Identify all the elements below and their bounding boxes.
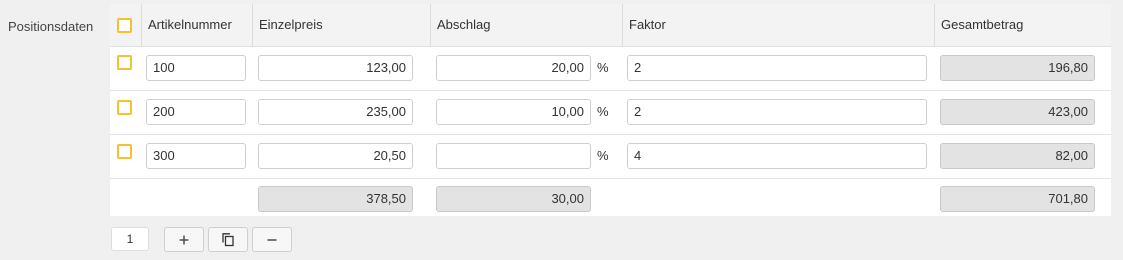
percent-unit: % (597, 148, 609, 163)
grid-header: Artikelnummer Einzelpreis Abschlag Fakto… (110, 4, 1111, 47)
row-checkbox[interactable] (117, 55, 132, 70)
gesamtbetrag-field: 82,00 (940, 143, 1095, 169)
page: Positionsdaten Artikelnummer Einzelpreis… (0, 0, 1123, 260)
column-header-artikelnummer[interactable]: Artikelnummer (142, 4, 252, 46)
plus-icon (178, 234, 190, 246)
artikelnummer-input[interactable]: 300 (146, 143, 246, 169)
einzelpreis-input[interactable]: 123,00 (258, 55, 413, 81)
totals-row: 378,50 30,00 701,80 (110, 179, 1111, 223)
table-row: 300 20,50 % 4 82,00 (110, 135, 1111, 179)
abschlag-input[interactable]: 10,00 (436, 99, 591, 125)
gesamtbetrag-field: 196,80 (940, 55, 1095, 81)
faktor-input[interactable]: 4 (627, 143, 927, 169)
abschlag-input[interactable]: 20,00 (436, 55, 591, 81)
abschlag-input[interactable] (436, 143, 591, 169)
column-header-faktor[interactable]: Faktor (623, 4, 934, 46)
minus-icon (266, 234, 278, 246)
table-row: 100 123,00 20,00 % 2 196,80 (110, 47, 1111, 91)
faktor-input[interactable]: 2 (627, 55, 927, 81)
faktor-input[interactable]: 2 (627, 99, 927, 125)
percent-unit: % (597, 104, 609, 119)
remove-row-button[interactable] (252, 227, 292, 252)
column-header-abschlag[interactable]: Abschlag (431, 4, 622, 46)
einzelpreis-input[interactable]: 235,00 (258, 99, 413, 125)
einzelpreis-total: 378,50 (258, 186, 413, 212)
einzelpreis-input[interactable]: 20,50 (258, 143, 413, 169)
section-label: Positionsdaten (8, 19, 94, 34)
table-row: 200 235,00 10,00 % 2 423,00 (110, 91, 1111, 135)
gesamtbetrag-field: 423,00 (940, 99, 1095, 125)
artikelnummer-input[interactable]: 200 (146, 99, 246, 125)
row-checkbox[interactable] (117, 144, 132, 159)
add-row-button[interactable] (164, 227, 204, 252)
abschlag-total: 30,00 (436, 186, 591, 212)
copy-icon (221, 232, 235, 247)
column-header-einzelpreis[interactable]: Einzelpreis (253, 4, 430, 46)
copy-row-button[interactable] (208, 227, 248, 252)
page-number-field[interactable]: 1 (111, 227, 149, 251)
column-header-gesamtbetrag[interactable]: Gesamtbetrag (935, 4, 1111, 46)
artikelnummer-input[interactable]: 100 (146, 55, 246, 81)
select-all-checkbox[interactable] (117, 18, 132, 33)
row-checkbox[interactable] (117, 100, 132, 115)
gesamtbetrag-total: 701,80 (940, 186, 1095, 212)
positions-grid: Artikelnummer Einzelpreis Abschlag Fakto… (110, 4, 1111, 216)
percent-unit: % (597, 60, 609, 75)
